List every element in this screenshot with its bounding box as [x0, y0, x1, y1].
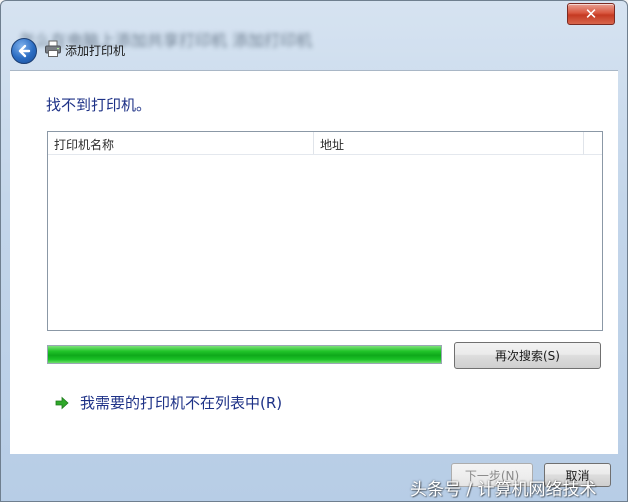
printer-icon [45, 40, 61, 57]
printer-not-listed-link[interactable]: 我需要的打印机不在列表中(R) [54, 392, 282, 413]
close-icon: ✕ [584, 5, 598, 23]
window-title-bar-text: 怎么在电脑上添加共享打印机 添加打印机 [19, 31, 313, 50]
back-button[interactable] [11, 38, 37, 64]
window-subtitle: 添加打印机 [65, 44, 126, 58]
green-arrow-icon [55, 396, 69, 409]
back-arrow-icon [18, 44, 31, 58]
page-heading: 找不到打印机。 [46, 96, 152, 114]
printer-list[interactable]: 打印机名称 地址 [47, 131, 603, 331]
header-filler [583, 132, 602, 155]
list-header: 打印机名称 地址 [48, 132, 584, 155]
dialog-content: 找不到打印机。 打印机名称 地址 再次搜索(S) 我需要的打印机不在列表中(R) [10, 70, 618, 454]
progress-fill [48, 346, 441, 363]
search-progress-bar [47, 345, 442, 364]
watermark-text: 头条号 / 计算机网络技术 [410, 480, 597, 500]
column-header-printer-name[interactable]: 打印机名称 [54, 136, 114, 153]
search-again-button[interactable]: 再次搜索(S) [454, 342, 601, 369]
printer-not-listed-label[interactable]: 我需要的打印机不在列表中(R) [80, 392, 282, 413]
column-divider[interactable] [313, 132, 314, 154]
close-button[interactable]: ✕ [567, 3, 615, 25]
add-printer-dialog: 怎么在电脑上添加共享打印机 添加打印机 ✕ 添加打印机 找不到打印机。 打印机名… [0, 0, 628, 502]
column-header-address[interactable]: 地址 [320, 136, 344, 153]
